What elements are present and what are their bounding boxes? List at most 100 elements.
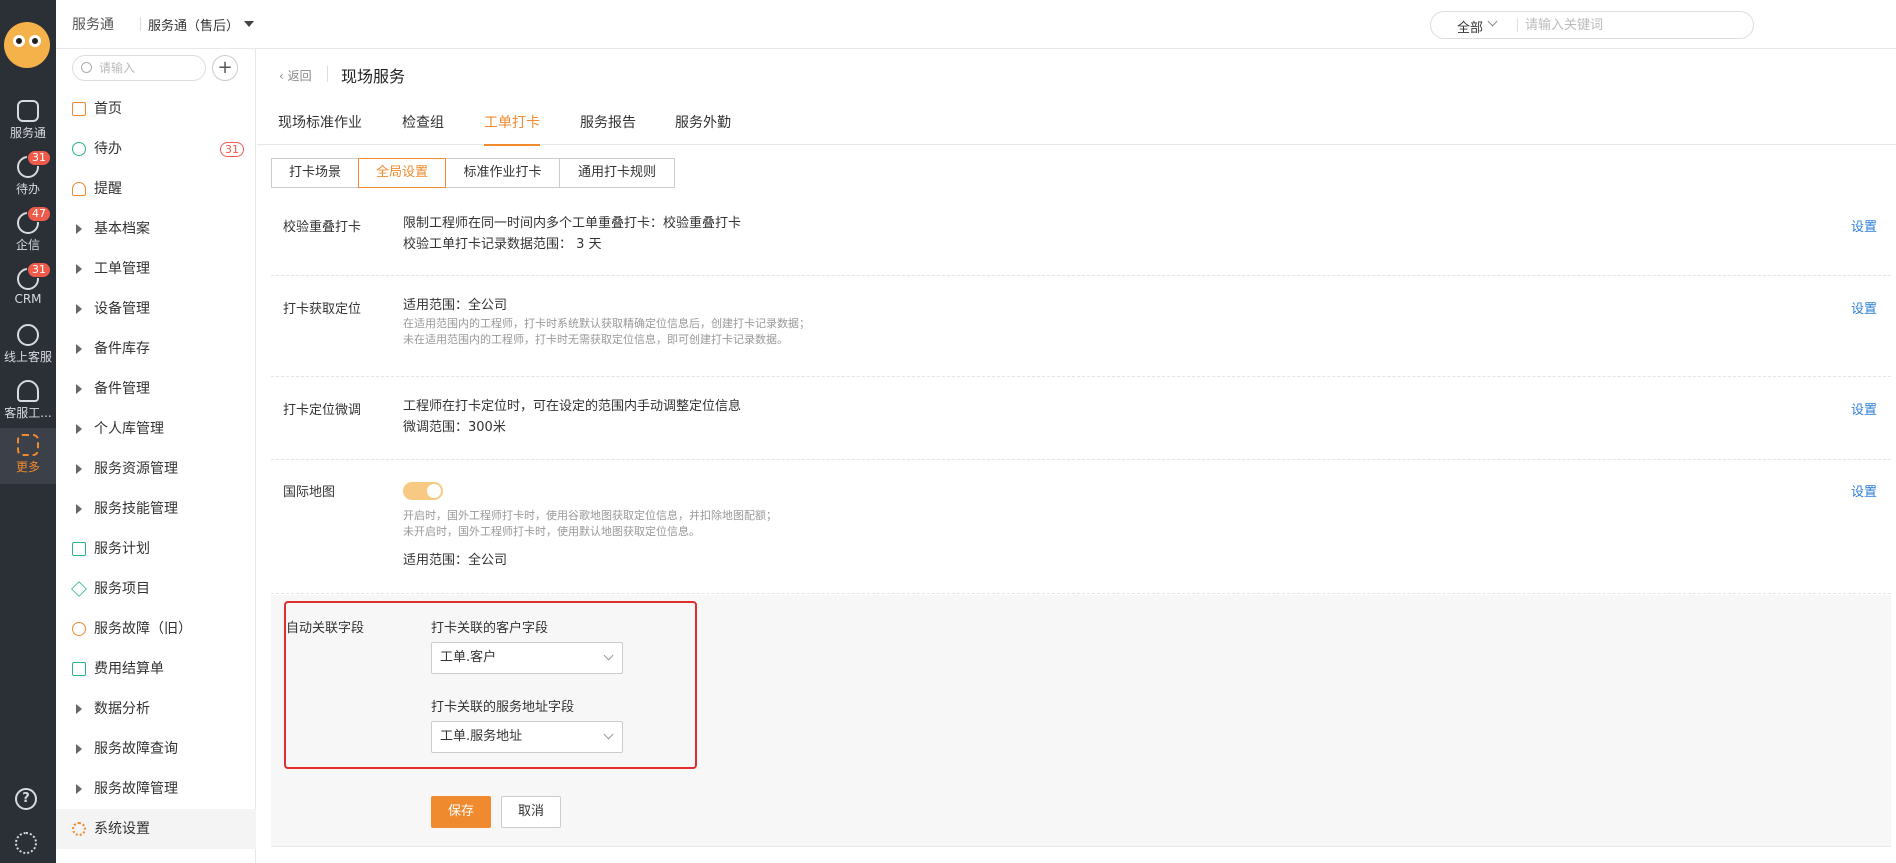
- rail-item-label: 客服工...: [4, 406, 52, 420]
- setting-row-international-map: 国际地图 开启时，国外工程师打卡时，使用谷歌地图获取定位信息，并扣除地图配额； …: [271, 461, 1891, 594]
- sidebar-item-system-settings[interactable]: 系统设置: [56, 809, 256, 849]
- caret-right-icon: [76, 424, 82, 434]
- setting-row-overlap-check: 校验重叠打卡 限制工程师在同一时间内多个工单重叠打卡：校验重叠打卡 校验工单打卡…: [271, 202, 1891, 276]
- set-link[interactable]: 设置: [1851, 216, 1877, 235]
- sidebar: + 首页 待办31 提醒 基本档案 工单管理 设备管理 备件库存 备件管理 个人…: [56, 49, 256, 863]
- todo-count-badge: 31: [220, 142, 244, 157]
- tab-inspection-group[interactable]: 检查组: [402, 101, 444, 145]
- message-badge: 47: [27, 206, 51, 222]
- international-map-toggle[interactable]: [403, 482, 443, 500]
- sidebar-item-reminder[interactable]: 提醒: [56, 169, 256, 209]
- customer-field-label: 打卡关联的客户字段: [431, 621, 549, 636]
- sidebar-item-todo[interactable]: 待办 31: [56, 129, 256, 169]
- set-link[interactable]: 设置: [1851, 481, 1877, 500]
- caret-right-icon: [76, 744, 82, 754]
- tab-service-field[interactable]: 服务外勤: [675, 101, 731, 145]
- tab-service-report[interactable]: 服务报告: [580, 101, 636, 145]
- rail-item-service[interactable]: 服务通: [0, 94, 56, 150]
- caret-right-icon: [76, 304, 82, 314]
- clipboard-icon: [17, 100, 39, 122]
- breadcrumb: ‹ 返回 现场服务: [279, 49, 1896, 101]
- caret-right-icon: [76, 464, 82, 474]
- search-divider: [1517, 18, 1518, 32]
- caret-right-icon: [76, 704, 82, 714]
- layers-icon: [71, 581, 87, 597]
- bell-icon: [72, 182, 86, 196]
- back-link[interactable]: ‹ 返回: [279, 67, 312, 84]
- chevron-down-icon[interactable]: [1487, 16, 1498, 27]
- rail-item-label: 服务通: [9, 126, 46, 140]
- save-button[interactable]: 保存: [431, 796, 491, 828]
- rail-item-crm[interactable]: 31 CRM: [0, 262, 56, 318]
- sidebar-menu: 首页 待办 31 提醒 基本档案 工单管理 设备管理 备件库存 备件管理 个人库管…: [56, 89, 256, 849]
- rail-item-agent-workbench[interactable]: 客服工...: [0, 374, 56, 430]
- check-circle-icon: [72, 142, 86, 156]
- sidebar-item-service-plan[interactable]: 服务计划: [56, 529, 256, 569]
- sidebar-item-service-skill[interactable]: 服务技能管理: [56, 489, 256, 529]
- sidebar-item-service-fault-old[interactable]: 服务故障（旧）: [56, 609, 256, 649]
- settings-gear-icon[interactable]: [15, 832, 37, 854]
- rail-item-more[interactable]: 更多: [0, 428, 56, 484]
- subtab-general-checkin-rules[interactable]: 通用打卡规则: [559, 158, 675, 188]
- search-scope-select[interactable]: 全部: [1457, 17, 1483, 36]
- set-link[interactable]: 设置: [1851, 399, 1877, 418]
- set-link[interactable]: 设置: [1851, 298, 1877, 317]
- sidebar-item-spare-stock[interactable]: 备件库存: [56, 329, 256, 369]
- search-icon: [81, 62, 92, 73]
- subtab-checkin-scene[interactable]: 打卡场景: [271, 158, 359, 188]
- sidebar-item-device[interactable]: 设备管理: [56, 289, 256, 329]
- page-title: 现场服务: [341, 67, 406, 86]
- subtab-standard-work-checkin[interactable]: 标准作业打卡: [445, 158, 560, 188]
- rail-item-message[interactable]: 47 企信: [0, 206, 56, 262]
- rail-item-label: 更多: [15, 460, 40, 474]
- crm-badge: 31: [27, 262, 51, 278]
- sidebar-item-service-resource[interactable]: 服务资源管理: [56, 449, 256, 489]
- setting-body: 适用范围：全公司 在适用范围内的工程师，打卡时系统默认获取精确定位信息后，创建打…: [403, 298, 810, 346]
- add-menu-button[interactable]: +: [212, 55, 238, 81]
- customer-field-select[interactable]: 工单.客户: [431, 642, 623, 674]
- tab-field-standard-work[interactable]: 现场标准作业: [278, 101, 362, 145]
- receipt-icon: [72, 662, 86, 676]
- setting-body: 限制工程师在同一时间内多个工单重叠打卡：校验重叠打卡 校验工单打卡记录数据范围：…: [403, 216, 742, 252]
- bulb-icon: [72, 622, 86, 636]
- app-rail: 服务通 31 待办 47 企信 31 CRM 线上客服 客服工... 更多 ?: [0, 0, 56, 863]
- document-icon: [72, 542, 86, 556]
- global-search-input[interactable]: [1525, 15, 1745, 35]
- global-search: 全部: [1430, 11, 1754, 39]
- app-switcher[interactable]: 服务通（售后）: [148, 15, 239, 34]
- sidebar-item-personal-stock[interactable]: 个人库管理: [56, 409, 256, 449]
- sidebar-item-service-project[interactable]: 服务项目: [56, 569, 256, 609]
- sidebar-item-work-order[interactable]: 工单管理: [56, 249, 256, 289]
- setting-label: 打卡定位微调: [283, 403, 362, 418]
- sidebar-item-spare-parts[interactable]: 备件管理: [56, 369, 256, 409]
- gear-icon: [72, 822, 86, 836]
- sidebar-item-home[interactable]: 首页: [56, 89, 256, 129]
- sidebar-item-fault-query[interactable]: 服务故障查询: [56, 729, 256, 769]
- caret-down-icon[interactable]: [244, 21, 254, 27]
- caret-right-icon: [76, 504, 82, 514]
- sidebar-item-fault-management[interactable]: 服务故障管理: [56, 769, 256, 809]
- tab-work-order-checkin[interactable]: 工单打卡: [484, 101, 540, 146]
- rail-item-todo[interactable]: 31 待办: [0, 150, 56, 206]
- cancel-button[interactable]: 取消: [501, 796, 561, 828]
- smile-icon: [17, 324, 39, 346]
- sidebar-item-basic-archive[interactable]: 基本档案: [56, 209, 256, 249]
- setting-label: 国际地图: [283, 485, 336, 500]
- header-title: 服务通: [72, 17, 114, 33]
- caret-right-icon: [76, 344, 82, 354]
- rail-item-online-service[interactable]: 线上客服: [0, 318, 56, 374]
- chevron-down-icon: [603, 729, 614, 740]
- help-icon[interactable]: ?: [15, 788, 37, 810]
- rail-item-label: 待办: [15, 182, 40, 196]
- subtab-global-settings[interactable]: 全局设置: [358, 158, 446, 188]
- todo-badge: 31: [27, 150, 51, 166]
- home-icon: [72, 102, 86, 116]
- address-field-select[interactable]: 工单.服务地址: [431, 721, 623, 753]
- header-divider: [140, 17, 141, 31]
- sidebar-search-input[interactable]: [99, 59, 199, 77]
- address-field-label: 打卡关联的服务地址字段: [431, 700, 575, 715]
- breadcrumb-divider: [327, 66, 328, 82]
- auto-link-label: 自动关联字段: [286, 621, 365, 636]
- sidebar-item-data-analysis[interactable]: 数据分析: [56, 689, 256, 729]
- sidebar-item-settlement[interactable]: 费用结算单: [56, 649, 256, 689]
